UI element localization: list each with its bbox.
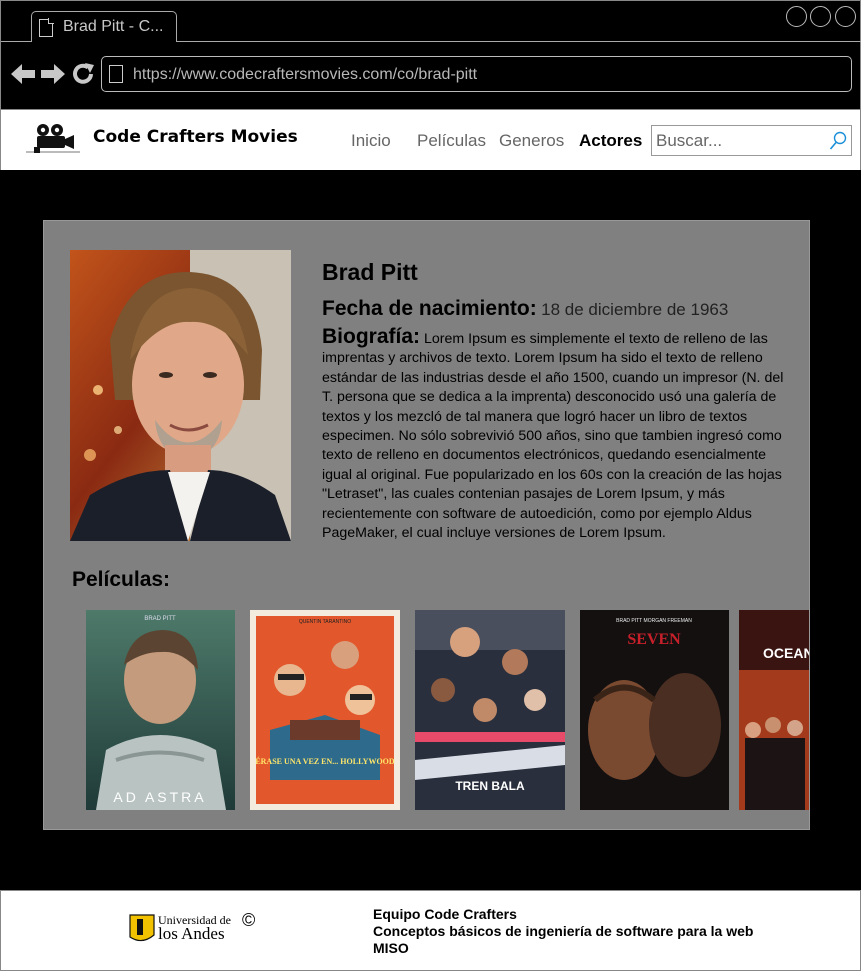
nav-inicio[interactable]: Inicio: [351, 131, 391, 151]
universidad-logo-icon[interactable]: [128, 913, 162, 945]
page-icon: [109, 65, 123, 83]
reload-icon[interactable]: [72, 63, 96, 85]
poster-top-text: BRAD PITT: [144, 616, 176, 622]
footer-credits: Equipo Code Crafters Conceptos básicos d…: [373, 906, 753, 957]
search-icon[interactable]: [829, 131, 847, 151]
poster-top-text: BRAD PITT MORGAN FREEMAN: [616, 618, 692, 624]
actor-detail-card: Brad Pitt Fecha de nacimiento: 18 de dic…: [43, 220, 810, 830]
brand-title[interactable]: Code Crafters Movies: [93, 127, 298, 147]
actor-name: Brad Pitt: [322, 259, 418, 285]
tab-connector: [32, 40, 176, 43]
movie-poster-hollywood[interactable]: QUENTIN TARANTINO ÉRASE UNA VEZ EN... HO…: [250, 610, 400, 810]
site-footer: Universidad de los Andes © Equipo Code C…: [0, 890, 861, 971]
window-minimize-button[interactable]: [786, 6, 807, 27]
birth-date-row: Fecha de nacimiento: 18 de diciembre de …: [322, 297, 728, 321]
window-close-button[interactable]: [835, 6, 856, 27]
biography-label: Biografía:: [322, 325, 421, 348]
search-input[interactable]: [656, 129, 826, 152]
back-arrow-icon[interactable]: [11, 63, 35, 85]
tab-title: Brad Pitt - C...: [63, 18, 164, 35]
team-name: Equipo Code Crafters: [373, 906, 517, 922]
actor-portrait-image: [70, 250, 291, 541]
address-bar[interactable]: https://www.codecraftersmovies.com/co/br…: [101, 56, 852, 92]
browser-tab[interactable]: Brad Pitt - C...: [31, 11, 177, 42]
birth-date-label: Fecha de nacimiento:: [322, 297, 537, 320]
url-text[interactable]: https://www.codecraftersmovies.com/co/br…: [133, 66, 477, 84]
forward-arrow-icon[interactable]: [41, 63, 65, 85]
movies-heading: Películas:: [72, 568, 171, 591]
poster-top-text: QUENTIN TARANTINO: [299, 619, 351, 625]
browser-chrome: Brad Pitt - C... https://www.codecrafter…: [0, 0, 861, 110]
course-name: Conceptos básicos de ingeniería de softw…: [373, 923, 754, 939]
birth-date-value: 18 de diciembre de 1963: [541, 300, 729, 319]
biography: Biografía: Lorem Ipsum es simplemente el…: [322, 325, 784, 543]
biography-text: Lorem Ipsum es simplemente el texto de r…: [322, 331, 784, 542]
program-name: MISO: [373, 940, 409, 956]
poster-title: SEVEN: [627, 631, 681, 648]
copyright-icon: ©: [242, 910, 256, 930]
page-icon: [39, 18, 54, 37]
university-name-line2: los Andes: [158, 924, 225, 943]
movie-poster-tren-bala[interactable]: TREN BALA: [415, 610, 565, 810]
poster-title: ÉRASE UNA VEZ EN... HOLLYWOOD: [255, 756, 395, 766]
nav-generos[interactable]: Generos: [499, 131, 564, 151]
nav-peliculas[interactable]: Películas: [417, 131, 486, 151]
poster-title: AD ASTRA: [113, 789, 206, 805]
search-box: [651, 125, 852, 156]
movie-camera-logo-icon[interactable]: [26, 122, 80, 156]
site-header: Code Crafters Movies Inicio Películas Ge…: [0, 110, 861, 170]
nav-actores[interactable]: Actores: [579, 131, 642, 151]
movie-poster-oceans[interactable]: OCEAN'S: [739, 610, 810, 810]
movie-poster-seven[interactable]: BRAD PITT MORGAN FREEMAN SEVEN: [580, 610, 729, 810]
poster-title: TREN BALA: [455, 779, 525, 793]
window-maximize-button[interactable]: [810, 6, 831, 27]
movie-poster-ad-astra[interactable]: BRAD PITT AD ASTRA: [86, 610, 235, 810]
poster-title: OCEAN'S: [763, 645, 810, 661]
